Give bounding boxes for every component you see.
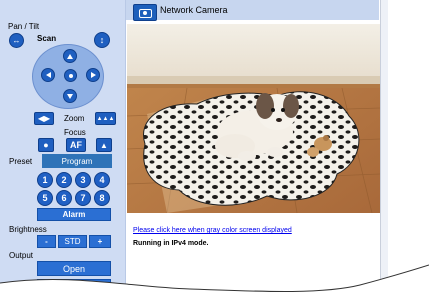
preset-5-button[interactable]: 5 (37, 190, 53, 206)
preset-8-button[interactable]: 8 (94, 190, 110, 206)
mountain-icon: ▲ (100, 140, 108, 150)
brightness-label: Brightness (9, 225, 47, 234)
camera-button[interactable] (133, 4, 157, 21)
vertical-scan-button[interactable]: ↕ (94, 32, 110, 48)
left-right-arrow-icon: ↔ (12, 36, 21, 45)
camera-live-image[interactable] (127, 24, 380, 213)
home-dot-icon (68, 73, 73, 78)
ip-mode-status: Running in IPv4 mode. (133, 240, 209, 247)
focus-label: Focus (64, 128, 86, 137)
alarm-button[interactable]: Alarm (37, 208, 111, 221)
tab-program[interactable]: Program (42, 154, 112, 168)
up-down-arrow-icon: ↕ (99, 35, 105, 45)
preset-1-button[interactable]: 1 (37, 172, 53, 188)
preset-6-button[interactable]: 6 (56, 190, 72, 206)
preset-7-button[interactable]: 7 (75, 190, 91, 206)
brightness-minus-button[interactable]: - (37, 235, 56, 248)
zoom-label: Zoom (64, 114, 85, 123)
zoom-tele-button[interactable]: ▲▲▲ (95, 112, 116, 125)
tab-preset[interactable]: Preset (9, 155, 39, 168)
zoom-out-icon: ◀▶ (37, 114, 51, 123)
zoom-in-icon: ▲▲▲ (96, 115, 115, 122)
preset-2-button[interactable]: 2 (56, 172, 72, 188)
tilt-down-button[interactable] (63, 89, 77, 103)
pan-right-button[interactable] (86, 68, 100, 82)
camera-lens-icon (143, 11, 147, 15)
zoom-wide-button[interactable]: ◀▶ (34, 112, 54, 125)
focus-far-button[interactable]: ▲ (96, 138, 112, 152)
arrow-up-icon (67, 53, 73, 59)
brightness-plus-button[interactable]: + (89, 235, 111, 248)
torn-edge-decoration (0, 264, 429, 299)
arrow-right-icon (90, 72, 96, 78)
camera-image-drawing (127, 24, 380, 213)
brightness-std-button[interactable]: STD (58, 235, 87, 248)
arrow-left-icon (45, 72, 51, 78)
tilt-up-button[interactable] (63, 49, 77, 63)
gray-screen-help-link[interactable]: Please click here when gray color screen… (133, 227, 292, 234)
preset-3-button[interactable]: 3 (75, 172, 91, 188)
auto-focus-button[interactable]: AF (66, 138, 86, 152)
scan-label: Scan (37, 34, 57, 43)
pan-tilt-label: Pan / Tilt (8, 22, 40, 31)
arrow-down-icon (67, 93, 73, 99)
preset-4-button[interactable]: 4 (94, 172, 110, 188)
home-position-button[interactable] (64, 69, 77, 82)
person-icon: ● (43, 140, 49, 150)
horizontal-scan-button[interactable]: ↔ (9, 33, 24, 48)
page-title: Network Camera (160, 5, 228, 15)
focus-near-button[interactable]: ● (38, 138, 54, 152)
pan-left-button[interactable] (41, 68, 55, 82)
af-label: AF (70, 140, 82, 150)
